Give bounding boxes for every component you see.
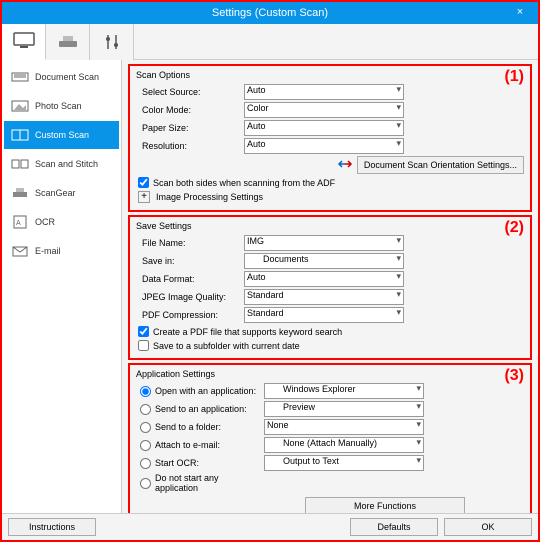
sidebar-item-label: Photo Scan: [35, 101, 82, 111]
document-scan-icon: [11, 70, 29, 84]
sidebar-item-label: Document Scan: [35, 72, 99, 82]
scan-both-sides-label: Scan both sides when scanning from the A…: [153, 178, 335, 188]
restore-icon[interactable]: [337, 158, 353, 173]
color-mode-label: Color Mode:: [134, 105, 244, 115]
mode-tabbar: [2, 24, 538, 60]
subfolder-label: Save to a subfolder with current date: [153, 341, 300, 351]
pdf-compression-dropdown[interactable]: Standard: [244, 307, 404, 323]
sidebar-item-label: E-mail: [35, 246, 61, 256]
ocr-icon: A: [11, 215, 29, 229]
email-icon: [11, 244, 29, 258]
plus-icon: +: [138, 191, 150, 203]
file-name-label: File Name:: [134, 238, 244, 248]
photo-scan-icon: [11, 99, 29, 113]
paper-size-label: Paper Size:: [134, 123, 244, 133]
scanner-icon: [57, 33, 79, 51]
jpeg-quality-label: JPEG Image Quality:: [134, 292, 244, 302]
sidebar: Document Scan Photo Scan Custom Scan Sca…: [2, 60, 122, 513]
sidebar-item-ocr[interactable]: A OCR: [4, 208, 119, 236]
save-settings-title: Save Settings: [136, 221, 526, 231]
select-source-dropdown[interactable]: Auto: [244, 84, 404, 100]
sidebar-item-label: OCR: [35, 217, 55, 227]
data-format-label: Data Format:: [134, 274, 244, 284]
mode-tab-scan-from-computer[interactable]: [2, 24, 46, 60]
sidebar-item-label: ScanGear: [35, 188, 76, 198]
resolution-label: Resolution:: [134, 141, 244, 151]
subfolder-input[interactable]: [138, 340, 149, 351]
sidebar-item-label: Custom Scan: [35, 130, 89, 140]
save-in-label: Save in:: [134, 256, 244, 266]
mode-tab-preferences[interactable]: [90, 24, 134, 60]
send-app-radio[interactable]: Send to an application:: [134, 404, 264, 415]
svg-text:A: A: [16, 220, 21, 227]
scan-options-section: (1) Scan Options Select Source: Auto Col…: [128, 64, 532, 212]
sidebar-item-scangear[interactable]: ScanGear: [4, 179, 119, 207]
save-settings-section: (2) Save Settings File Name: IMG Save in…: [128, 215, 532, 360]
annotation-1: (1): [504, 68, 524, 86]
monitor-icon: [13, 32, 35, 50]
footer: Instructions Defaults OK: [2, 513, 538, 540]
save-in-dropdown[interactable]: Documents: [244, 253, 404, 269]
send-folder-radio[interactable]: Send to a folder:: [134, 422, 264, 433]
data-format-dropdown[interactable]: Auto: [244, 271, 404, 287]
open-app-dropdown[interactable]: Windows Explorer: [264, 383, 424, 399]
orientation-settings-button[interactable]: Document Scan Orientation Settings...: [357, 156, 524, 174]
paper-size-dropdown[interactable]: Auto: [244, 120, 404, 136]
sidebar-item-scan-stitch[interactable]: Scan and Stitch: [4, 150, 119, 178]
sliders-icon: [102, 33, 122, 51]
start-ocr-radio[interactable]: Start OCR:: [134, 458, 264, 469]
select-source-label: Select Source:: [134, 87, 244, 97]
stitch-icon: [11, 157, 29, 171]
sidebar-item-email[interactable]: E-mail: [4, 237, 119, 265]
scan-options-title: Scan Options: [136, 70, 526, 80]
titlebar: Settings (Custom Scan) ×: [2, 2, 538, 24]
annotation-2: (2): [504, 219, 524, 237]
sidebar-item-custom-scan[interactable]: Custom Scan: [4, 121, 119, 149]
jpeg-quality-dropdown[interactable]: Standard: [244, 289, 404, 305]
application-settings-section: (3) Application Settings Open with an ap…: [128, 363, 532, 513]
close-icon: ×: [517, 6, 523, 18]
no-app-radio[interactable]: Do not start any application: [134, 473, 264, 493]
pdf-compression-label: PDF Compression:: [134, 310, 244, 320]
keyword-search-label: Create a PDF file that supports keyword …: [153, 327, 342, 337]
file-name-combo[interactable]: IMG: [244, 235, 404, 251]
attach-mail-radio[interactable]: Attach to e-mail:: [134, 440, 264, 451]
defaults-button[interactable]: Defaults: [350, 518, 438, 536]
image-processing-label: Image Processing Settings: [156, 192, 263, 202]
ok-button[interactable]: OK: [444, 518, 532, 536]
content-area: (1) Scan Options Select Source: Auto Col…: [122, 60, 538, 513]
custom-scan-icon: [11, 128, 29, 142]
more-functions-button[interactable]: More Functions: [305, 497, 465, 513]
scangear-icon: [11, 186, 29, 200]
application-settings-title: Application Settings: [136, 369, 526, 379]
sidebar-item-photo-scan[interactable]: Photo Scan: [4, 92, 119, 120]
keyword-search-checkbox[interactable]: Create a PDF file that supports keyword …: [134, 326, 526, 337]
window-frame: Settings (Custom Scan) × Document Scan: [0, 0, 540, 542]
close-button[interactable]: ×: [506, 4, 534, 20]
start-ocr-dropdown[interactable]: Output to Text: [264, 455, 424, 471]
scan-both-sides-checkbox[interactable]: Scan both sides when scanning from the A…: [134, 177, 526, 188]
annotation-3: (3): [504, 367, 524, 385]
sidebar-item-document-scan[interactable]: Document Scan: [4, 63, 119, 91]
mode-tab-scan-from-panel[interactable]: [46, 24, 90, 60]
scan-both-sides-input[interactable]: [138, 177, 149, 188]
open-app-radio[interactable]: Open with an application:: [134, 386, 264, 397]
subfolder-checkbox[interactable]: Save to a subfolder with current date: [134, 340, 526, 351]
attach-mail-dropdown[interactable]: None (Attach Manually): [264, 437, 424, 453]
color-mode-dropdown[interactable]: Color: [244, 102, 404, 118]
window-title: Settings (Custom Scan): [212, 7, 328, 19]
instructions-button[interactable]: Instructions: [8, 518, 96, 536]
send-app-dropdown[interactable]: Preview: [264, 401, 424, 417]
image-processing-expander[interactable]: + Image Processing Settings: [134, 191, 526, 203]
send-folder-dropdown[interactable]: None: [264, 419, 424, 435]
sidebar-item-label: Scan and Stitch: [35, 159, 98, 169]
keyword-search-input[interactable]: [138, 326, 149, 337]
resolution-dropdown[interactable]: Auto: [244, 138, 404, 154]
